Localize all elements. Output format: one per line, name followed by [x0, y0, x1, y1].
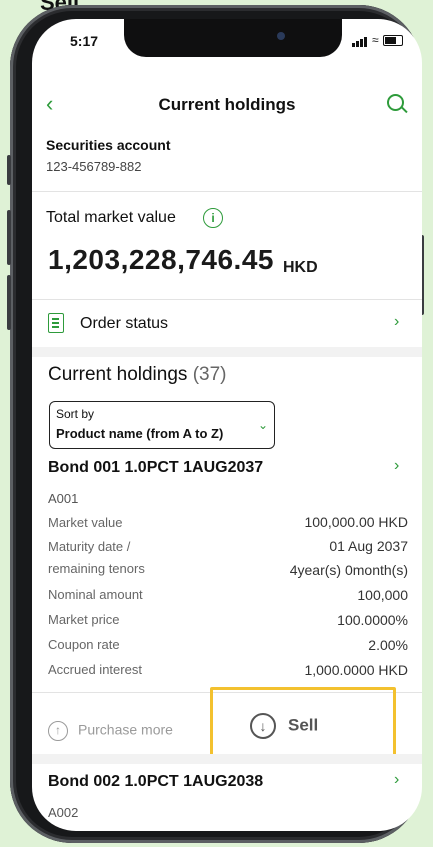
info-icon[interactable]: i	[203, 208, 223, 228]
detail-label: Market value	[48, 515, 123, 530]
app-screen: 5:17 ≈ ‹ Current holdings Securities acc…	[32, 19, 422, 831]
camera-icon	[277, 32, 285, 40]
detail-label: Accrued interest	[48, 662, 142, 677]
detail-value: 100.0000%	[337, 612, 408, 628]
divider	[32, 299, 422, 300]
sell-label: Sell	[288, 715, 319, 735]
purchase-more-button[interactable]: ↑ Purchase more	[48, 721, 173, 741]
detail-label: Maturity date /	[48, 539, 131, 554]
mute-switch	[7, 155, 11, 185]
sort-value: Product name (from A to Z)	[56, 426, 224, 441]
page-title: Current holdings	[158, 95, 296, 114]
chevron-down-icon: ⌄	[257, 418, 268, 432]
total-market-value-amount: 1,203,228,746.45	[48, 244, 274, 275]
total-market-value-currency: HKD	[283, 259, 318, 276]
order-status-row[interactable]: Order status ›	[32, 301, 422, 347]
detail-label: Coupon rate	[48, 637, 120, 652]
status-icons: ≈	[352, 33, 403, 47]
bond-name[interactable]: Bond 001 1.0PCT 1AUG2037	[48, 459, 263, 477]
section-separator	[32, 754, 422, 764]
order-document-icon	[48, 313, 64, 333]
chevron-right-icon[interactable]: ›	[394, 457, 399, 475]
arrow-down-circle-icon: ↓	[250, 713, 276, 739]
wifi-icon: ≈	[372, 33, 379, 47]
holdings-heading: Current holdings (37)	[48, 364, 227, 386]
detail-label: Nominal amount	[48, 587, 143, 602]
holdings-count: (37)	[192, 364, 227, 385]
detail-value: 4year(s) 0month(s)	[289, 562, 408, 578]
detail-label: remaining tenors	[48, 561, 145, 576]
volume-up-button	[7, 210, 11, 265]
chevron-right-icon: ›	[394, 313, 400, 330]
detail-value: 100,000.00 HKD	[304, 514, 408, 530]
bond-name[interactable]: Bond 002 1.0PCT 1AUG2038	[48, 773, 263, 791]
signal-icon	[352, 33, 368, 47]
nav-bar: ‹ Current holdings	[32, 89, 422, 125]
detail-label: Market price	[48, 612, 120, 627]
bond-code: A002	[48, 805, 79, 820]
purchase-more-label: Purchase more	[78, 721, 173, 738]
holdings-title: Current holdings	[48, 364, 188, 385]
detail-value: 2.00%	[368, 637, 408, 653]
section-separator	[32, 347, 422, 357]
sell-button[interactable]: ↓ Sell	[250, 713, 318, 739]
battery-icon	[382, 34, 403, 46]
bond-code: A001	[48, 491, 79, 506]
search-icon[interactable]	[387, 94, 404, 111]
phone-frame: 5:17 ≈ ‹ Current holdings Securities acc…	[7, 5, 424, 843]
divider	[32, 191, 422, 192]
notch	[124, 19, 342, 57]
sort-dropdown[interactable]: Sort by Product name (from A to Z) ⌄	[49, 401, 275, 449]
sort-label: Sort by	[56, 407, 95, 421]
order-status-label: Order status	[80, 315, 169, 332]
detail-value: 100,000	[357, 587, 408, 603]
chevron-right-icon[interactable]: ›	[394, 771, 399, 789]
arrow-up-circle-icon: ↑	[48, 721, 68, 741]
total-market-value-label: Total market value	[46, 209, 176, 226]
account-number: 123-456789-882	[46, 159, 142, 174]
account-label: Securities account	[46, 137, 171, 153]
detail-value: 1,000.0000 HKD	[304, 662, 408, 678]
status-time: 5:17	[70, 33, 99, 49]
detail-value: 01 Aug 2037	[329, 538, 408, 554]
volume-down-button	[7, 275, 11, 330]
